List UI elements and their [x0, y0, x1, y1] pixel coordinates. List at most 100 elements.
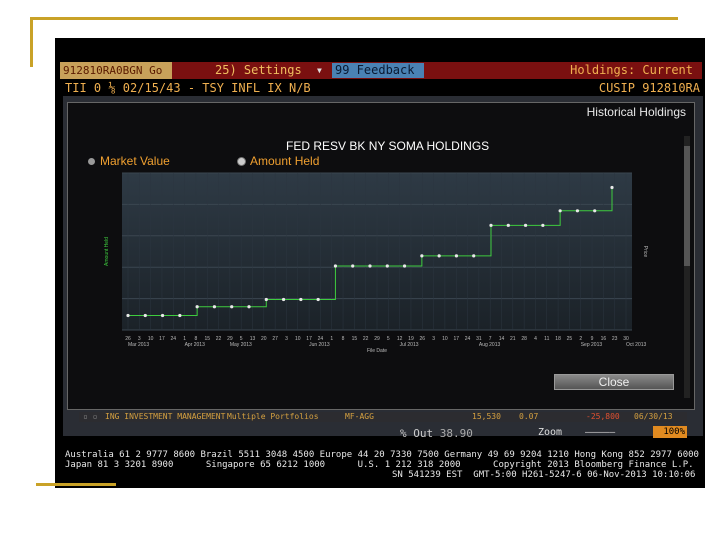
footer-line-1: Australia 61 2 9777 8600 Brazil 5511 304… [65, 450, 699, 460]
slide-bottom-rule [36, 483, 116, 486]
x-tick-label: 24 [465, 336, 471, 342]
amount-held-chart: 26 3 10 17 24 1 8 15 22 29 5 13 20 27 3 10 17 24 1 8 15 22 29 5… [104, 172, 648, 354]
x-tick-label: 22 [216, 336, 222, 342]
data-point [506, 223, 510, 227]
zoom-label: Zoom [538, 427, 563, 438]
x-month-label: Sep 2013 [581, 342, 603, 348]
source: MF-AGG [345, 412, 374, 421]
x-month-label: Oct 2013 [626, 342, 647, 348]
data-point [402, 264, 407, 268]
zoom-value[interactable]: 100% [653, 426, 687, 438]
slide-left-rule [30, 17, 33, 67]
x-tick-label: 10 [442, 336, 448, 342]
data-point [351, 264, 355, 268]
scrollbar-thumb[interactable] [684, 146, 690, 266]
footer-line-2: Japan 81 3 3201 8900 Singapore 65 6212 1… [65, 460, 694, 470]
x-month-label: Jun 2013 [309, 342, 330, 348]
x-tick-label: 15 [204, 336, 210, 342]
footer-line-3: SN 541239 EST GMT-5:00 H261-5247-6 06-No… [392, 470, 696, 480]
pct-out-label: % Out [400, 427, 434, 440]
data-point [558, 209, 562, 213]
data-point [160, 313, 165, 318]
data-point [247, 305, 251, 309]
settings-menu[interactable]: 25) Settings [215, 62, 302, 78]
data-point [299, 297, 303, 302]
x-tick-label: 3 [285, 336, 288, 342]
data-point [316, 297, 320, 302]
x-month-label: May 2013 [230, 342, 252, 348]
x-tick-label: 24 [170, 336, 176, 342]
radio-icon[interactable] [88, 157, 95, 165]
holdings-selector[interactable]: Holdings: Current [570, 62, 693, 79]
x-tick-label: 17 [453, 336, 459, 342]
y2-axis-title: Price [642, 246, 648, 258]
x-tick-label: 4 [534, 336, 537, 342]
x-tick-label: 26 [419, 336, 425, 342]
window-title: Historical Holdings [586, 105, 686, 119]
chevron-down-icon[interactable]: ▼ [317, 66, 322, 75]
data-point [333, 264, 338, 268]
data-point [437, 254, 441, 258]
data-point [541, 223, 545, 227]
expand-icon[interactable]: ▫ ▫ [83, 412, 97, 422]
data-point [368, 264, 372, 268]
data-point [264, 297, 268, 302]
data-point [420, 254, 424, 258]
table-row[interactable]: ▫ ▫ ING INVESTMENT MANAGEMENT Multiple P… [79, 412, 687, 422]
data-point [212, 305, 217, 309]
data-point [610, 185, 614, 190]
data-point [489, 223, 493, 227]
x-tick-label: 21 [510, 336, 516, 342]
data-point [593, 209, 597, 213]
position-change: -25,800 [586, 412, 620, 421]
radio-selected-icon[interactable] [238, 157, 245, 165]
pct-out-value: 38.90 [439, 427, 473, 440]
security-code-field[interactable]: 912810RA0BGN Go [60, 62, 172, 79]
pct-out: 0.07 [519, 412, 539, 421]
x-axis-title: File Date [367, 348, 387, 354]
x-tick-label: 20 [261, 336, 267, 342]
data-point [385, 264, 389, 268]
data-point [195, 305, 199, 309]
x-tick-label: 10 [295, 336, 301, 342]
x-tick-label: 22 [363, 336, 369, 342]
feedback-button[interactable]: 99 Feedback [332, 63, 424, 78]
cusip-label: CUSIP 912810RA [598, 81, 700, 95]
data-point [575, 209, 580, 213]
close-button[interactable]: Close [554, 374, 674, 390]
x-tick-label: 29 [374, 336, 380, 342]
file-date: 06/30/13 [634, 412, 673, 421]
portfolio-name: Multiple Portfolios [227, 412, 319, 421]
historical-holdings-window: Historical Holdings FED RESV BK NY SOMA … [67, 102, 695, 410]
x-tick-label: 25 [567, 336, 573, 342]
data-point [454, 254, 459, 258]
x-tick-label: 17 [159, 336, 165, 342]
data-point [472, 254, 476, 258]
x-tick-label: 18 [555, 336, 561, 342]
x-month-label: Aug 2013 [479, 342, 501, 348]
x-tick-label: 15 [352, 336, 358, 342]
data-point [126, 313, 130, 318]
x-tick-label: 23 [612, 336, 618, 342]
data-point [281, 297, 286, 302]
chart-title: FED RESV BK NY SOMA HOLDINGS [286, 139, 490, 153]
x-tick-label: 1 [330, 336, 333, 342]
x-tick-label: 3 [432, 336, 435, 342]
x-tick-label: 8 [342, 336, 345, 342]
pct-out-summary: % Out 38.90 [400, 427, 473, 440]
holder-name: ING INVESTMENT MANAGEMENT [105, 412, 226, 421]
bloomberg-terminal: 912810RA0BGN Go 25) Settings ▼ 99 Feedba… [55, 38, 705, 488]
x-month-label: Jul 2013 [400, 342, 419, 348]
vertical-scrollbar[interactable] [684, 136, 690, 398]
slide-top-rule [30, 17, 678, 20]
data-point [230, 305, 234, 309]
position: 15,530 [472, 412, 501, 421]
security-description: TII 0 ⅛ 02/15/43 - TSY INFL IX N/B [65, 81, 311, 95]
x-tick-label: 5 [387, 336, 390, 342]
x-tick-label: 27 [272, 336, 278, 342]
y-axis-title: Amount Held [104, 237, 110, 266]
x-tick-label: 28 [521, 336, 527, 342]
zoom-slider[interactable]: ————— [585, 427, 615, 438]
x-tick-label: 11 [544, 336, 549, 342]
x-month-label: Mar 2013 [128, 342, 149, 348]
